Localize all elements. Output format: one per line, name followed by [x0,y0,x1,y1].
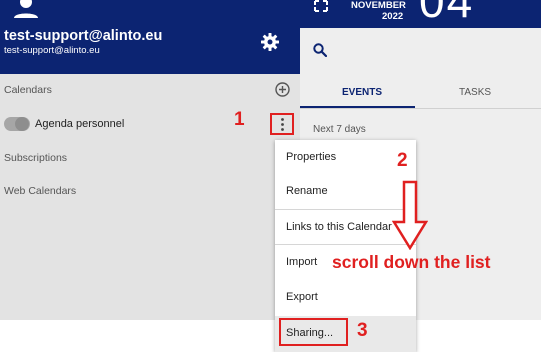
person-icon [14,0,38,18]
day-number: 04 [419,0,475,27]
events-range-label: Next 7 days [313,124,366,135]
section-web-calendars: Web Calendars [4,185,77,197]
calendar-toggle[interactable] [4,117,30,131]
section-subscriptions: Subscriptions [4,152,68,164]
step-3-label: 3 [357,320,368,341]
scroll-instruction: scroll down the list [332,252,491,272]
calendar-options-button[interactable] [270,113,294,135]
menu-item-properties[interactable]: Properties [275,140,416,174]
calendar-sidebar [0,74,300,320]
down-arrow-icon [392,180,428,250]
sharing-highlight-box [279,318,348,346]
add-circle-icon[interactable] [275,82,290,97]
calendar-name[interactable]: Agenda personnel [35,118,124,130]
user-email: test-support@alinto.eu [4,45,100,56]
search-icon[interactable] [313,43,327,57]
user-name: test-support@alinto.eu [4,28,163,44]
active-tab-indicator [300,106,415,108]
tab-divider [300,108,541,109]
more-vert-icon [281,118,284,131]
gear-icon[interactable] [260,32,280,52]
tab-events[interactable]: EVENTS [342,87,382,98]
step-2-label: 2 [397,150,408,171]
step-1-label: 1 [234,109,245,130]
tab-tasks[interactable]: TASKS [459,87,491,98]
menu-item-export[interactable]: Export [275,280,416,314]
toggle-knob [15,117,29,131]
year-label: 2022 [382,11,404,22]
expand-icon[interactable] [314,0,328,12]
section-calendars: Calendars [4,84,52,96]
month-label: NOVEMBER [351,0,406,11]
